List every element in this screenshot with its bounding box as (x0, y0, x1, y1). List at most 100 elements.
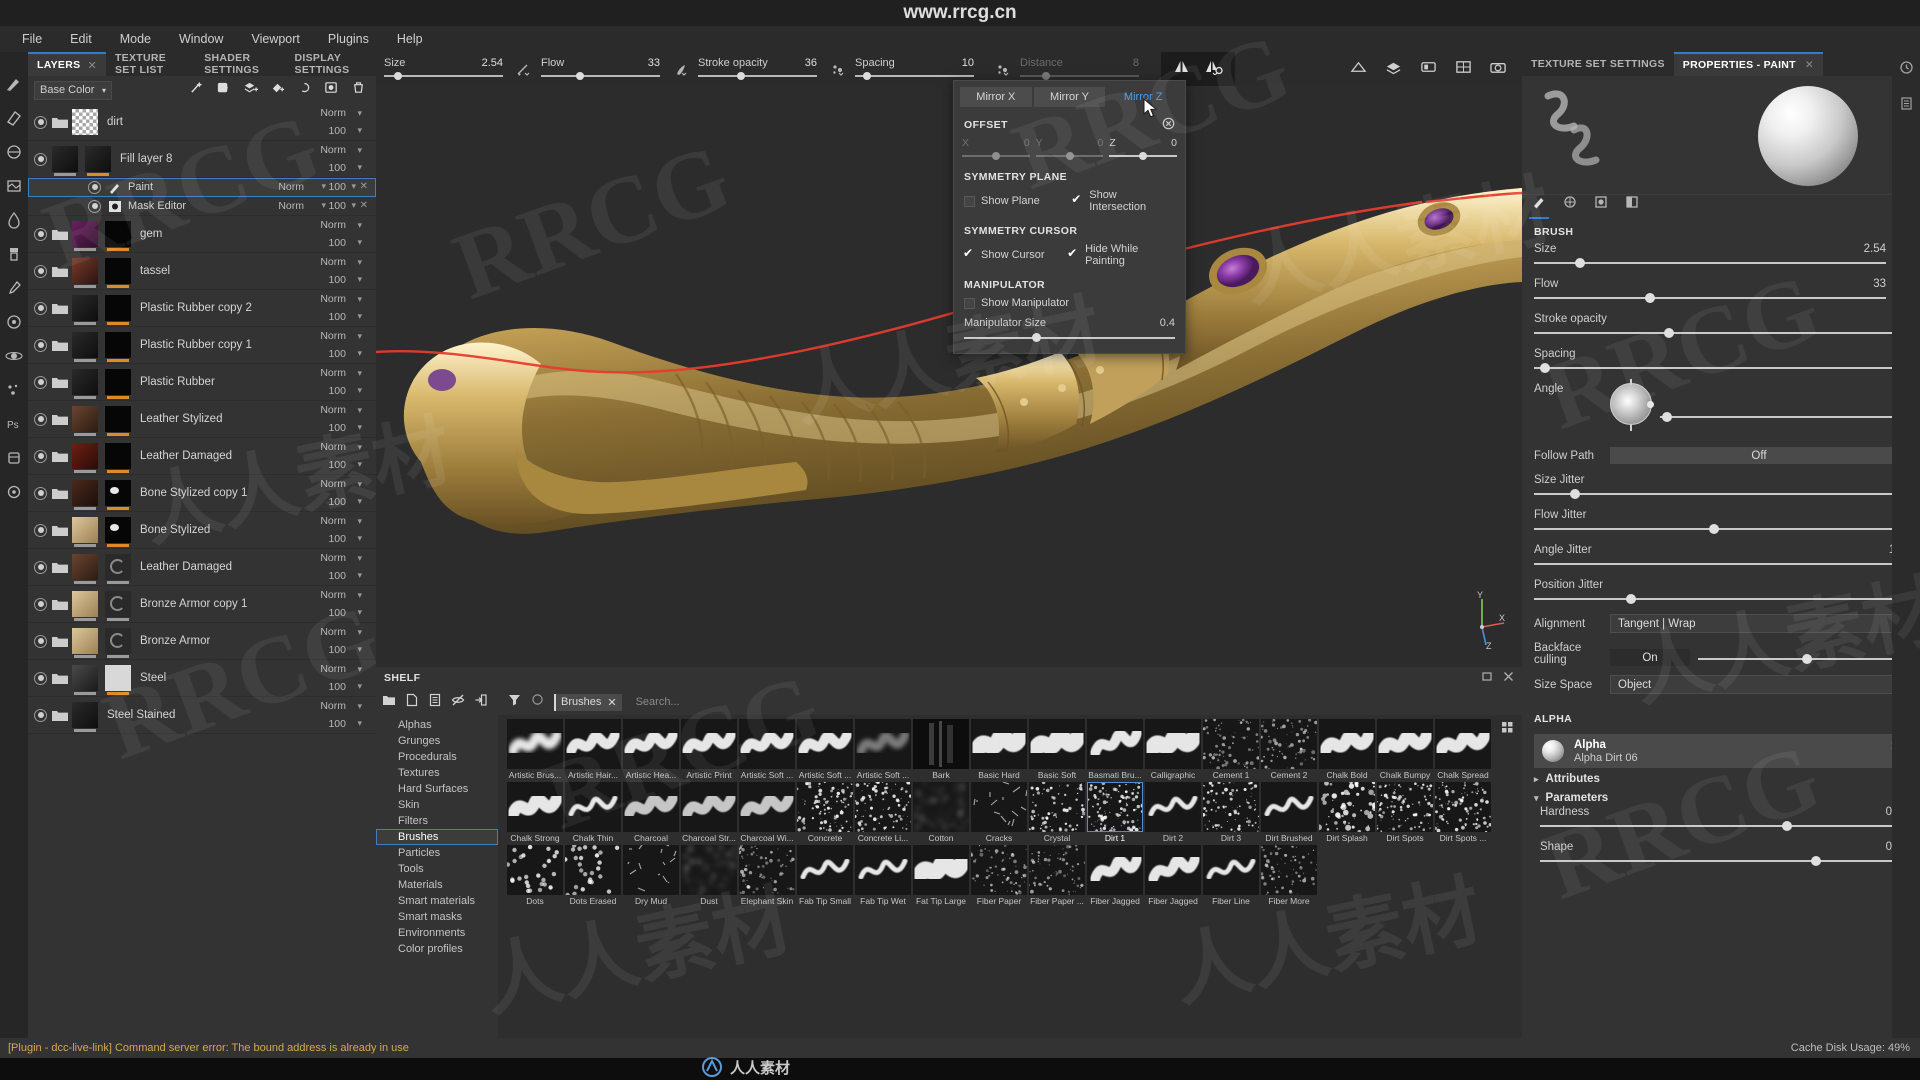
chevron-down-icon[interactable]: ▾ (357, 644, 362, 655)
offset-axis-z[interactable]: Z0 (1109, 137, 1178, 161)
layer-row[interactable]: Bronze Armor copy 1 Norm 100 ▾ ▾ (28, 586, 376, 623)
layer-row[interactable]: Steel Stained Norm 100 ▾ ▾ (28, 697, 376, 734)
hidden-eye-icon[interactable] (451, 693, 465, 712)
history-icon[interactable] (1899, 60, 1914, 80)
menu-item-window[interactable]: Window (165, 28, 237, 50)
layer-row[interactable]: tassel Norm 100 ▾ ▾ (28, 253, 376, 290)
eye-toggle-icon[interactable] (34, 115, 47, 129)
brush-thumbnail[interactable] (797, 719, 853, 769)
chevron-down-icon[interactable]: ▾ (357, 701, 362, 712)
layer-blend-mode[interactable]: Norm (320, 404, 346, 416)
eye-toggle-icon[interactable] (34, 338, 47, 352)
property-slider[interactable] (1534, 524, 1908, 535)
brush-item[interactable]: Fiber Jagged (1145, 845, 1201, 907)
eye-toggle-icon[interactable] (34, 560, 47, 574)
layer-blend-mode[interactable]: Norm (320, 663, 346, 675)
layer-opacity[interactable]: 100 (328, 496, 346, 508)
angle-dial[interactable] (1610, 379, 1654, 431)
brush-thumbnail[interactable] (1203, 719, 1259, 769)
camera-icon[interactable] (1489, 59, 1508, 80)
alpha-card[interactable]: Alpha Alpha Dirt 06 ✕ ▾ (1534, 734, 1908, 768)
shelf-category-grunges[interactable]: Grunges (376, 733, 498, 749)
brush-item[interactable]: Dots Erased (565, 845, 621, 907)
brush-thumbnail[interactable] (681, 845, 737, 895)
layer-thumbnail[interactable] (72, 665, 98, 695)
menu-item-edit[interactable]: Edit (56, 28, 106, 50)
brush-thumbnail[interactable] (507, 719, 563, 769)
layer-row[interactable]: Bronze Armor Norm 100 ▾ ▾ (28, 623, 376, 660)
eye-toggle-icon[interactable] (34, 671, 47, 685)
property-flow[interactable]: Flow 33 (1522, 278, 1920, 304)
slider-knob[interactable] (1574, 258, 1585, 268)
import-icon[interactable] (474, 693, 488, 712)
property-shape[interactable]: Shape0.75 (1528, 841, 1920, 867)
property-slider[interactable] (1540, 856, 1908, 867)
mirror-tab-mirror-y[interactable]: Mirror Y (1033, 87, 1106, 107)
brush-item[interactable]: Dirt Splash (1319, 782, 1375, 844)
mask-thumbnail[interactable] (105, 332, 131, 362)
folder-icon[interactable] (382, 693, 396, 712)
dial-knob[interactable] (1647, 401, 1654, 408)
circle-icon[interactable] (531, 693, 544, 711)
maximize-icon[interactable] (1482, 671, 1493, 685)
brush-thumbnail[interactable] (1145, 719, 1201, 769)
mask-thumbnail[interactable] (105, 406, 131, 436)
brush-thumbnail[interactable] (1087, 845, 1143, 895)
brush-item[interactable]: Dirt Brushed (1261, 782, 1317, 844)
brush-thumbnail[interactable] (1029, 782, 1085, 832)
layer-blend-mode[interactable]: Norm (320, 219, 346, 231)
chevron-down-icon[interactable]: ▾ (357, 405, 362, 416)
checkbox-box[interactable] (964, 195, 975, 207)
symmetry-icon[interactable] (1173, 59, 1190, 80)
layer-opacity[interactable]: 100 (328, 385, 346, 397)
layer-opacity[interactable]: 100 (328, 125, 346, 137)
slider-knob[interactable] (862, 72, 871, 80)
offset-axis-x[interactable]: X0 (962, 137, 1030, 161)
brush-item[interactable]: Cement 1 (1203, 719, 1259, 781)
chevron-down-icon[interactable]: ▾ (357, 108, 362, 119)
layer-opacity[interactable]: 100 (328, 570, 346, 582)
property-position-jitter[interactable]: Position Jitter25 (1522, 579, 1920, 605)
tri-planar-icon[interactable] (1349, 59, 1368, 80)
brush-thumbnail[interactable] (1261, 719, 1317, 769)
brush-thumbnail[interactable] (971, 845, 1027, 895)
shelf-category-tools[interactable]: Tools (376, 861, 498, 877)
slider-knob[interactable] (1570, 489, 1581, 499)
shelf-category-color-profiles[interactable]: Color profiles (376, 941, 498, 957)
brush-thumbnail[interactable] (623, 845, 679, 895)
layer-thumbnail[interactable] (72, 480, 98, 510)
chevron-down-icon[interactable]: ▾ (357, 627, 362, 638)
brush-item[interactable]: Cotton (913, 782, 969, 844)
brush-item[interactable]: Chalk Strong (507, 782, 563, 844)
slider-track[interactable] (384, 71, 503, 81)
brush-item[interactable]: Calligraphic (1145, 719, 1201, 781)
flow-pen-icon[interactable] (670, 58, 690, 80)
eye-toggle-icon[interactable] (34, 486, 47, 500)
chevron-down-icon[interactable]: ▾ (357, 311, 362, 322)
manipulator-size-slider[interactable] (964, 333, 1175, 343)
brush-thumbnail[interactable] (913, 845, 969, 895)
layer-thumbnail[interactable] (72, 554, 98, 584)
layer-opacity[interactable]: 100 (328, 311, 346, 323)
layer-thumbnail[interactable] (72, 443, 98, 473)
projection-tool-icon[interactable] (4, 142, 24, 162)
brush-thumbnail[interactable] (913, 782, 969, 832)
mask-thumbnail[interactable] (105, 628, 131, 658)
layer-row[interactable]: Bone Stylized copy 1 Norm 100 ▾ ▾ (28, 475, 376, 512)
property-flow-jitter[interactable]: Flow Jitter48 (1522, 509, 1920, 535)
layer-blend-mode[interactable]: Norm (320, 256, 346, 268)
chevron-down-icon[interactable]: ▾ (357, 220, 362, 231)
layer-opacity[interactable]: 100 (328, 681, 346, 693)
layer-blend-mode[interactable]: Norm (320, 441, 346, 453)
brush-item[interactable]: Dirt Spots (1377, 782, 1433, 844)
tab-properties-paint[interactable]: PROPERTIES - PAINT ✕ (1673, 52, 1824, 76)
eye-toggle-icon[interactable] (34, 152, 47, 166)
layer-row[interactable]: Plastic Rubber copy 1 Norm 100 ▾ ▾ (28, 327, 376, 364)
brush-thumbnail[interactable] (1377, 719, 1433, 769)
layer-list[interactable]: dirt Norm 100 ▾ ▾ Fill layer 8 Norm 100 ▾ ▾ Paint N… (28, 104, 376, 1038)
brush-item[interactable]: Chalk Bold (1319, 719, 1375, 781)
material-props-icon[interactable] (1563, 195, 1577, 217)
mirror-tab-mirror-x[interactable]: Mirror X (960, 87, 1032, 107)
geometry-decal-tool-icon[interactable] (4, 176, 24, 196)
alpha-props-icon[interactable] (1594, 195, 1608, 217)
